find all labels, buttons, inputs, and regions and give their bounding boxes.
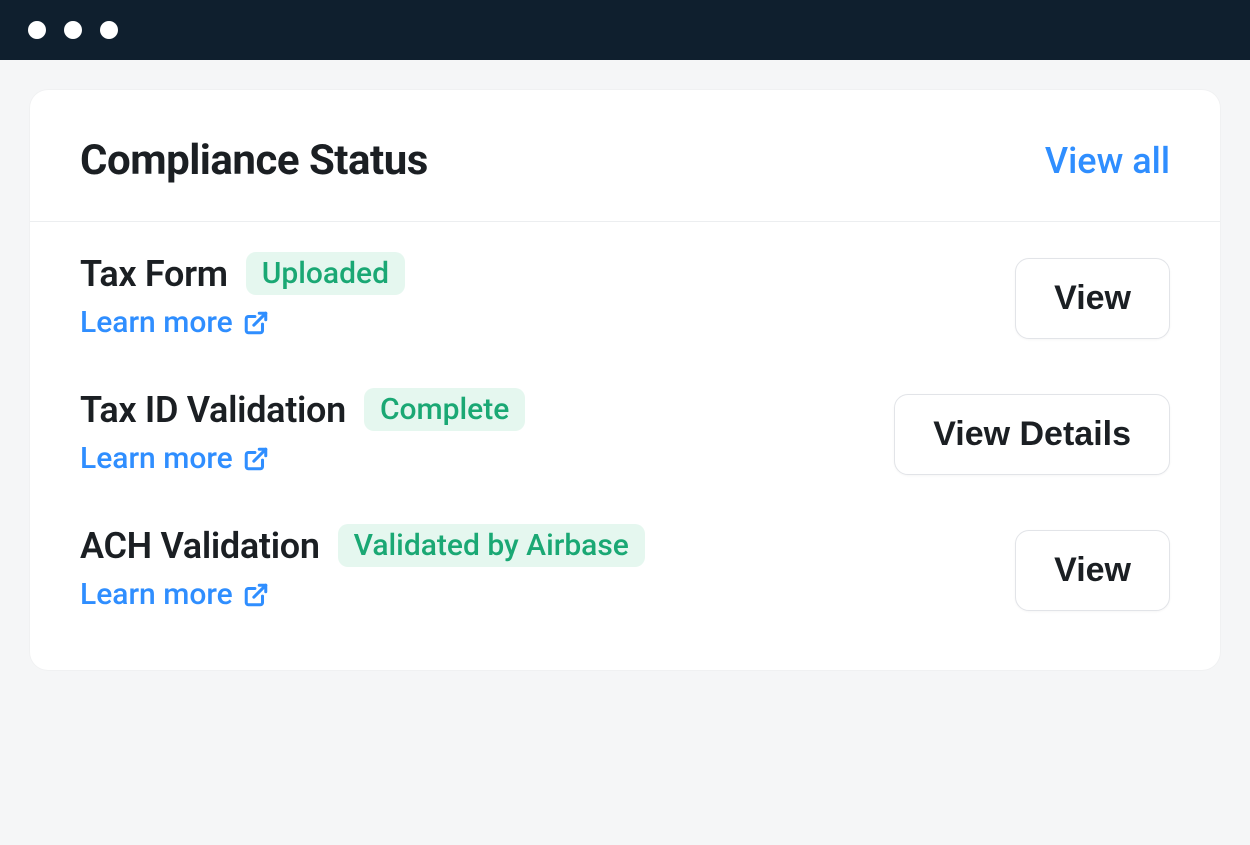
- item-title: Tax Form: [80, 253, 228, 295]
- learn-more-label: Learn more: [80, 577, 233, 612]
- app-window: Compliance Status View all Tax Form Uplo…: [0, 0, 1250, 845]
- window-titlebar: [0, 0, 1250, 60]
- compliance-item-ach-validation: ACH Validation Validated by Airbase Lear…: [30, 494, 1220, 630]
- status-badge: Uploaded: [246, 252, 405, 295]
- learn-more-link[interactable]: Learn more: [80, 305, 405, 340]
- item-left: Tax Form Uploaded Learn more: [80, 252, 405, 340]
- learn-more-label: Learn more: [80, 441, 233, 476]
- compliance-item-tax-id-validation: Tax ID Validation Complete Learn more Vi…: [30, 358, 1220, 494]
- window-controls: [28, 21, 118, 39]
- status-badge: Complete: [364, 388, 525, 431]
- window-close-button[interactable]: [28, 21, 46, 39]
- card-header: Compliance Status View all: [30, 90, 1220, 222]
- learn-more-label: Learn more: [80, 305, 233, 340]
- window-maximize-button[interactable]: [100, 21, 118, 39]
- external-link-icon: [243, 446, 269, 472]
- item-title-row: Tax ID Validation Complete: [80, 388, 525, 431]
- compliance-item-tax-form: Tax Form Uploaded Learn more View: [30, 222, 1220, 358]
- view-all-link[interactable]: View all: [1045, 140, 1170, 182]
- item-left: ACH Validation Validated by Airbase Lear…: [80, 524, 645, 612]
- view-details-button[interactable]: View Details: [894, 394, 1170, 475]
- learn-more-link[interactable]: Learn more: [80, 577, 645, 612]
- item-title-row: Tax Form Uploaded: [80, 252, 405, 295]
- learn-more-link[interactable]: Learn more: [80, 441, 525, 476]
- external-link-icon: [243, 582, 269, 608]
- view-button[interactable]: View: [1015, 530, 1170, 611]
- item-left: Tax ID Validation Complete Learn more: [80, 388, 525, 476]
- window-minimize-button[interactable]: [64, 21, 82, 39]
- item-title: ACH Validation: [80, 525, 320, 567]
- external-link-icon: [243, 310, 269, 336]
- compliance-card: Compliance Status View all Tax Form Uplo…: [30, 90, 1220, 670]
- status-badge: Validated by Airbase: [338, 524, 645, 567]
- card-title: Compliance Status: [80, 136, 428, 185]
- item-title-row: ACH Validation Validated by Airbase: [80, 524, 645, 567]
- item-title: Tax ID Validation: [80, 389, 346, 431]
- view-button[interactable]: View: [1015, 258, 1170, 339]
